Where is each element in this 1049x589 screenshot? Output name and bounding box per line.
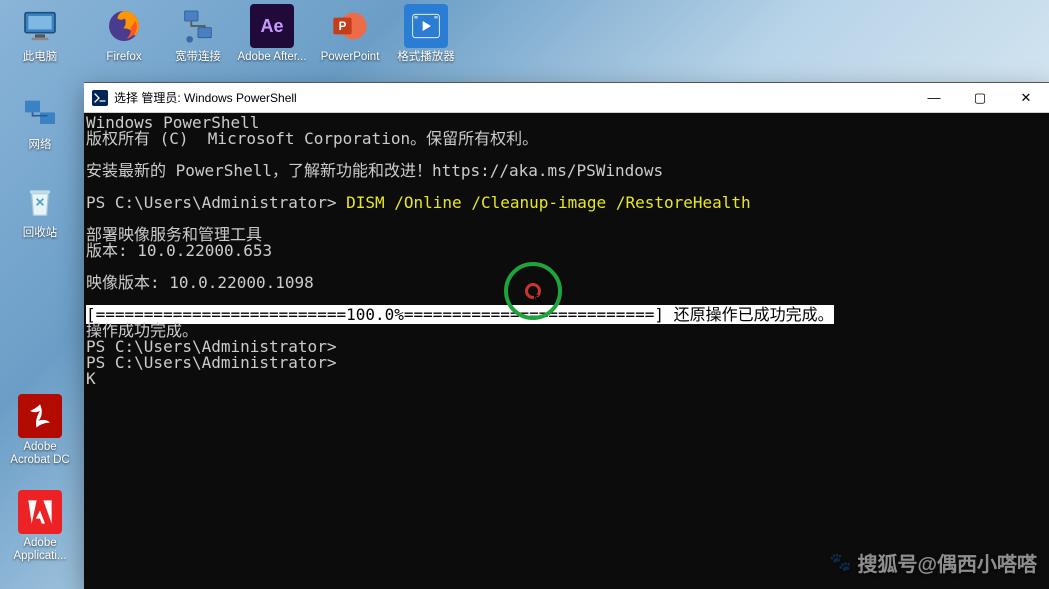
progress-line-selected: [==========================100.0%=======… (86, 305, 834, 324)
icon-label: PowerPoint (314, 51, 386, 64)
watermark-text: 搜狐号@偶西小嗒嗒 (857, 548, 1037, 577)
stray-char: K (86, 369, 96, 388)
icon-label: 宽带连接 (162, 51, 234, 64)
firefox-icon (102, 4, 146, 48)
icon-label: Adobe Applicati... (4, 537, 76, 563)
desktop-icon-this-pc[interactable]: 此电脑 (4, 4, 76, 64)
paw-icon: 🐾 (829, 552, 851, 573)
prompt: PS C:\Users\Administrator> (86, 193, 346, 212)
desktop: 此电脑 Firefox 宽带连接 Ae Adobe After... P Pow… (0, 0, 1049, 589)
icon-label: 网络 (4, 139, 76, 152)
maximize-button[interactable]: ▢ (957, 83, 1003, 113)
icon-label: Adobe Acrobat DC (4, 441, 76, 467)
desktop-icon-adobe-app[interactable]: Adobe Applicati... (4, 490, 76, 563)
desktop-icon-network[interactable]: 网络 (4, 92, 76, 152)
acrobat-icon (18, 394, 62, 438)
icon-label: 格式播放器 (390, 51, 462, 64)
network-places-icon (18, 92, 62, 136)
icon-label: 回收站 (4, 227, 76, 240)
desktop-icon-acrobat[interactable]: Adobe Acrobat DC (4, 394, 76, 467)
powershell-icon (92, 90, 108, 106)
term-line: 映像版本: 10.0.22000.1098 (86, 273, 314, 292)
powerpoint-icon: P (328, 4, 372, 48)
desktop-icon-format-player[interactable]: 格式播放器 (390, 4, 462, 64)
icon-label: Adobe After... (236, 51, 308, 64)
adobe-icon (18, 490, 62, 534)
icon-label: 此电脑 (4, 51, 76, 64)
ae-icon: Ae (250, 4, 294, 48)
network-icon (176, 4, 220, 48)
minimize-button[interactable]: — (911, 83, 957, 113)
svg-text:P: P (339, 20, 347, 33)
window-titlebar[interactable]: 选择 管理员: Windows PowerShell — ▢ ✕ (84, 83, 1049, 113)
desktop-icon-after-effects[interactable]: Ae Adobe After... (236, 4, 308, 64)
icon-label: Firefox (88, 51, 160, 64)
terminal-output[interactable]: Windows PowerShell 版权所有 (C) Microsoft Co… (84, 113, 1049, 589)
watermark: 🐾 搜狐号@偶西小嗒嗒 (829, 548, 1037, 577)
desktop-icon-broadband[interactable]: 宽带连接 (162, 4, 234, 64)
monitor-icon (18, 4, 62, 48)
recycle-bin-icon (18, 180, 62, 224)
powershell-window: 选择 管理员: Windows PowerShell — ▢ ✕ Windows… (84, 82, 1049, 589)
desktop-icon-recycle-bin[interactable]: 回收站 (4, 180, 76, 240)
command-text: DISM /Online /Cleanup-image /RestoreHeal… (346, 193, 751, 212)
window-title: 选择 管理员: Windows PowerShell (114, 89, 297, 106)
desktop-icon-powerpoint[interactable]: P PowerPoint (314, 4, 386, 64)
desktop-icon-firefox[interactable]: Firefox (88, 4, 160, 64)
term-line: 安装最新的 PowerShell，了解新功能和改进！https://aka.ms… (86, 161, 663, 180)
term-line: 版本: 10.0.22000.653 (86, 241, 272, 260)
player-icon (404, 4, 448, 48)
close-button[interactable]: ✕ (1003, 83, 1049, 113)
prompt: PS C:\Users\Administrator> (86, 353, 336, 372)
term-line: 版权所有 (C) Microsoft Corporation。保留所有权利。 (86, 129, 538, 148)
